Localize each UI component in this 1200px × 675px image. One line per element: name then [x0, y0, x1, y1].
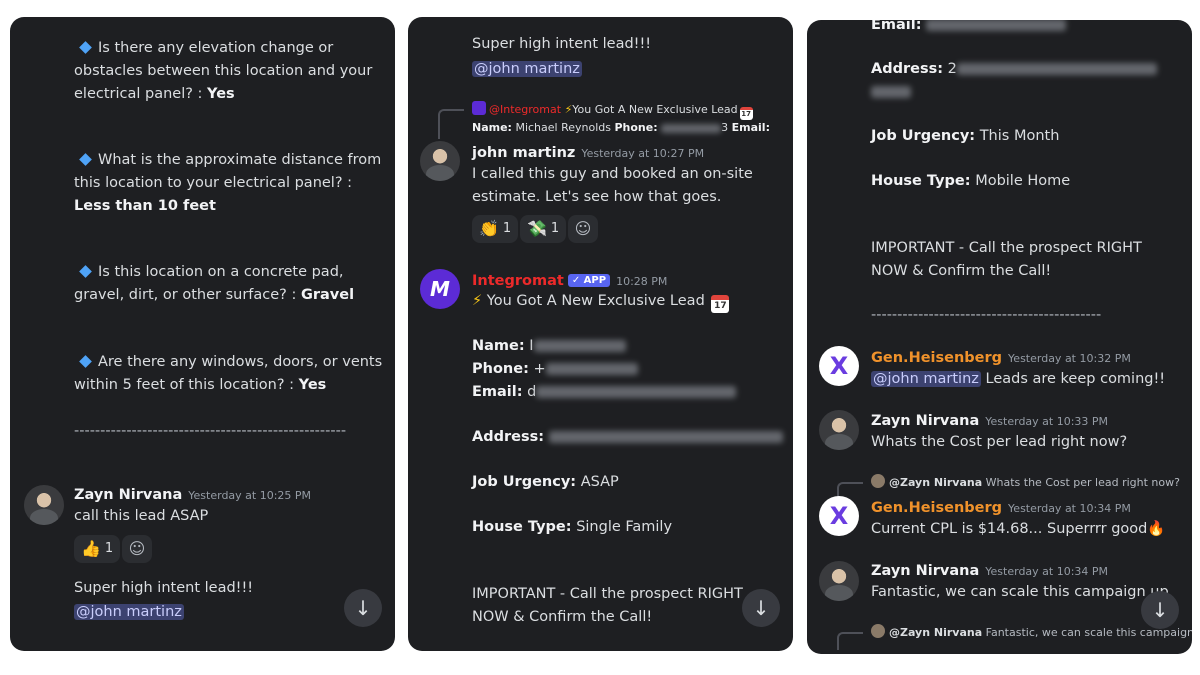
chat-panel-middle: Super high intent lead!!! @john martinz … [408, 17, 793, 651]
small-blue-diamond-icon [79, 265, 92, 278]
lead-question-2: What is the approximate distance from th… [74, 152, 382, 214]
timestamp: Yesterday at 10:34 PM [1008, 502, 1131, 515]
heisenberg-avatar[interactable]: X [819, 496, 859, 536]
lead-headline: ⚡ You Got A New Exclusive Lead 17 [472, 290, 730, 313]
user-mention[interactable]: @john martinz [74, 601, 184, 624]
heisenberg-avatar[interactable]: X [819, 346, 859, 386]
timestamp: Yesterday at 10:34 PM [985, 565, 1109, 578]
message-text: call this lead ASAP [74, 508, 209, 524]
lead-address: Address: [472, 426, 783, 449]
message-header: Gen.Heisenberg Yesterday at 10:32 PM [871, 347, 1131, 370]
arrow-down-icon[interactable]: ↓ [1141, 591, 1179, 629]
message-text: I called this guy and booked an on-site … [472, 166, 753, 205]
chat-panel-left: Is there any elevation change or obstacl… [10, 17, 395, 651]
add-reaction-icon[interactable]: ☺ [568, 215, 598, 243]
chat-panel-right: Email: Address: 2 Job Urgency: This Mont… [807, 20, 1192, 654]
lead-urgency: Job Urgency: This Month [871, 128, 1060, 144]
add-reaction-icon[interactable]: ☺ [122, 535, 152, 563]
lead-question-1: Is there any elevation change or obstacl… [74, 40, 373, 102]
author-name[interactable]: Zayn Nirvana [871, 413, 979, 429]
message-text: Super high intent lead!!! [472, 36, 652, 52]
user-mention[interactable]: @john martinz [871, 371, 981, 387]
message-text: Current CPL is $14.68... Superrrr good🔥 [871, 521, 1166, 537]
reaction-money[interactable]: 💸 1 [520, 215, 567, 243]
divider-line: ----------------------------------------… [871, 307, 1102, 323]
integromat-avatar[interactable]: M [420, 269, 460, 309]
integromat-mini-icon [472, 101, 486, 115]
author-name[interactable]: Gen.Heisenberg [871, 350, 1002, 366]
message-text: Super high intent lead!!! [74, 580, 254, 596]
author-name[interactable]: Zayn Nirvana [74, 487, 182, 503]
message-header: Gen.Heisenberg Yesterday at 10:34 PM [871, 497, 1131, 520]
message-header: Zayn Nirvana Yesterday at 10:25 PM [74, 484, 311, 507]
reply-connector [837, 632, 863, 650]
small-blue-diamond-icon [79, 153, 92, 166]
author-name[interactable]: Gen.Heisenberg [871, 500, 1002, 516]
reply-connector [438, 109, 464, 139]
avatar[interactable] [24, 485, 64, 525]
lightning-icon: ⚡ [472, 293, 483, 309]
reply-preview[interactable]: @Zayn Nirvana Whats the Cost per lead ri… [871, 471, 1180, 494]
small-blue-diamond-icon [79, 41, 92, 54]
thumbs-up-icon: 👍 [81, 539, 101, 558]
arrow-down-icon[interactable]: ↓ [344, 589, 382, 627]
timestamp: Yesterday at 10:33 PM [985, 415, 1109, 428]
message-header: Zayn Nirvana Yesterday at 10:33 PM [871, 410, 1108, 433]
important-note: IMPORTANT - Call the prospect RIGHT NOW … [472, 586, 743, 625]
arrow-down-icon[interactable]: ↓ [742, 589, 780, 627]
important-note: IMPORTANT - Call the prospect RIGHT NOW … [871, 240, 1142, 279]
message-header: Zayn Nirvana Yesterday at 10:34 PM [871, 560, 1108, 583]
app-badge: ✓ APP [567, 274, 611, 287]
reaction-thumbs-up[interactable]: 👍 1 [74, 535, 121, 563]
lead-email: Email: [871, 20, 1067, 37]
lead-phone: Phone: + [472, 358, 638, 381]
clap-icon: 👏 [479, 219, 499, 238]
timestamp: Yesterday at 10:32 PM [1008, 352, 1131, 365]
message-header: john martinz Yesterday at 10:27 PM [472, 142, 704, 165]
avatar[interactable] [819, 410, 859, 450]
user-mention[interactable]: @john martinz [472, 58, 582, 81]
reaction-clap[interactable]: 👏 1 [472, 215, 519, 243]
lead-house-type: House Type: Single Family [472, 519, 673, 535]
timestamp: Yesterday at 10:27 PM [581, 147, 705, 160]
message-text: @john martinz Leads are keep coming!! [871, 371, 1166, 387]
reply-preview-details: Name: Michael Reynolds Phone: 3 Email: [472, 121, 770, 134]
message-text: Fantastic, we can scale this campaign up [871, 584, 1169, 600]
lead-house-type: House Type: Mobile Home [871, 173, 1071, 189]
lead-urgency: Job Urgency: ASAP [472, 474, 619, 490]
message-text: Whats the Cost per lead right now? [871, 434, 1128, 450]
timestamp: 10:28 PM [616, 275, 668, 288]
author-name[interactable]: Integromat [472, 273, 564, 289]
lead-question-3: Is this location on a concrete pad, grav… [74, 264, 355, 303]
small-blue-diamond-icon [79, 355, 92, 368]
calendar-icon: 17 [711, 295, 730, 313]
lead-email: Email: d [472, 381, 737, 404]
reply-preview[interactable]: @Zayn Nirvana Fantastic, we can scale th… [871, 621, 1192, 644]
avatar [871, 624, 885, 638]
lead-address: Address: 2 [871, 58, 1181, 104]
avatar [871, 474, 885, 488]
author-name[interactable]: Zayn Nirvana [871, 563, 979, 579]
money-wings-icon: 💸 [527, 219, 547, 238]
avatar[interactable] [420, 141, 460, 181]
lead-question-4: Are there any windows, doors, or vents w… [74, 354, 383, 393]
lead-name: Name: I [472, 335, 626, 358]
timestamp: Yesterday at 10:25 PM [188, 489, 312, 502]
avatar[interactable] [819, 561, 859, 601]
author-name[interactable]: john martinz [472, 145, 575, 161]
divider-line: ----------------------------------------… [74, 423, 347, 439]
